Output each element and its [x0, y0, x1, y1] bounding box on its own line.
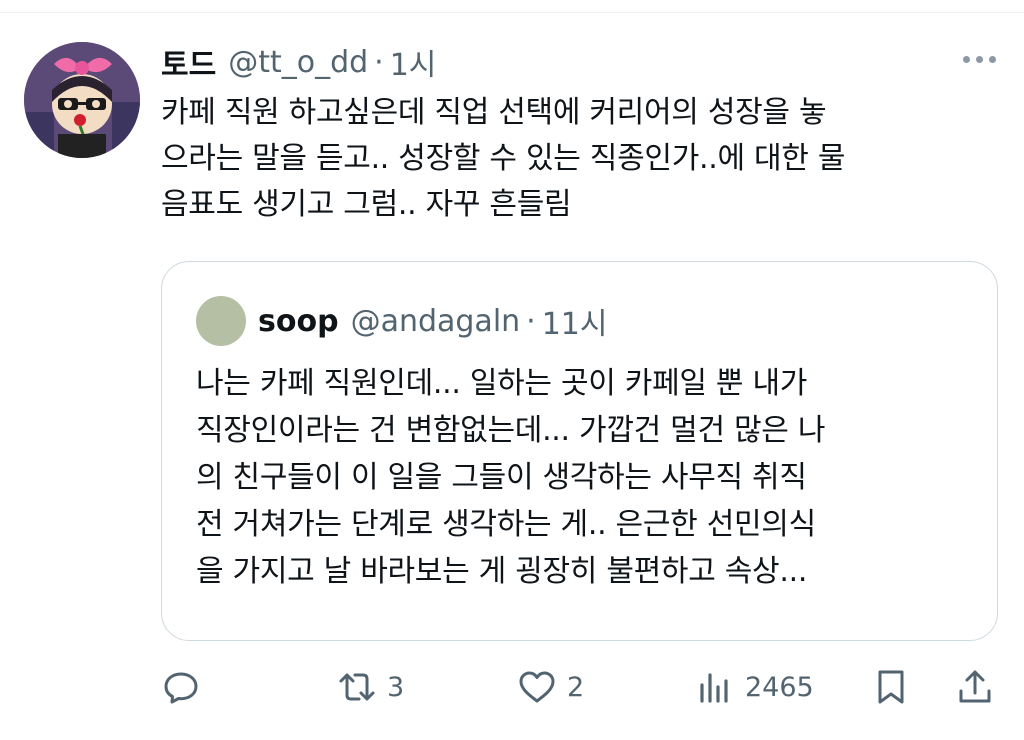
- reply-icon: [164, 672, 198, 704]
- quoted-tweet-text: 나는 카페 직원인데... 일하는 곳이 카페일 뿐 내가 직장인이라는 건 변…: [196, 366, 826, 589]
- user-avatar[interactable]: [24, 42, 140, 158]
- display-name[interactable]: 토드: [161, 40, 216, 84]
- like-button[interactable]: 2: [517, 664, 584, 710]
- quoted-display-name: soop: [258, 303, 339, 339]
- reply-button[interactable]: [161, 664, 201, 710]
- more-options-icon[interactable]: [963, 56, 996, 63]
- more-dot: [963, 56, 970, 63]
- avatar-image: [24, 42, 140, 158]
- share-icon: [959, 670, 991, 703]
- quoted-user-avatar[interactable]: [196, 296, 246, 346]
- tweet-header: 토드 @tt_o_dd · 1시: [161, 40, 436, 84]
- bookmark-icon: [878, 670, 904, 704]
- quoted-separator-dot: ·: [526, 303, 536, 339]
- like-count: 2: [567, 671, 585, 703]
- quoted-user-handle: @andagaln: [350, 303, 521, 339]
- share-button[interactable]: [955, 664, 995, 710]
- quoted-tweet-time: 11시: [541, 307, 608, 342]
- more-dot: [989, 56, 996, 63]
- more-dot: [976, 56, 983, 63]
- action-bar: 3 2 2465: [161, 664, 996, 710]
- tweet-text: 카페 직원 하고싶은데 직업 선택에 커리어의 성장을 놓 으라는 말을 듣고.…: [161, 95, 846, 222]
- retweet-count: 3: [387, 671, 405, 703]
- views-button[interactable]: 2465: [695, 664, 814, 710]
- heart-icon: [519, 671, 555, 703]
- retweet-button[interactable]: 3: [337, 664, 404, 710]
- quoted-tweet-header: soop @andagaln · 11시: [258, 298, 608, 344]
- retweet-icon: [339, 673, 375, 701]
- views-icon: [700, 673, 728, 703]
- bookmark-button[interactable]: [871, 664, 911, 710]
- views-count: 2465: [745, 671, 814, 703]
- separator-dot: ·: [374, 44, 384, 80]
- quoted-tweet-card[interactable]: soop @andagaln · 11시 나는 카페 직원인데... 일하는 곳…: [161, 261, 998, 641]
- top-divider: [0, 0, 1024, 13]
- user-handle[interactable]: @tt_o_dd: [228, 45, 368, 80]
- tweet-time[interactable]: 1시: [390, 40, 437, 84]
